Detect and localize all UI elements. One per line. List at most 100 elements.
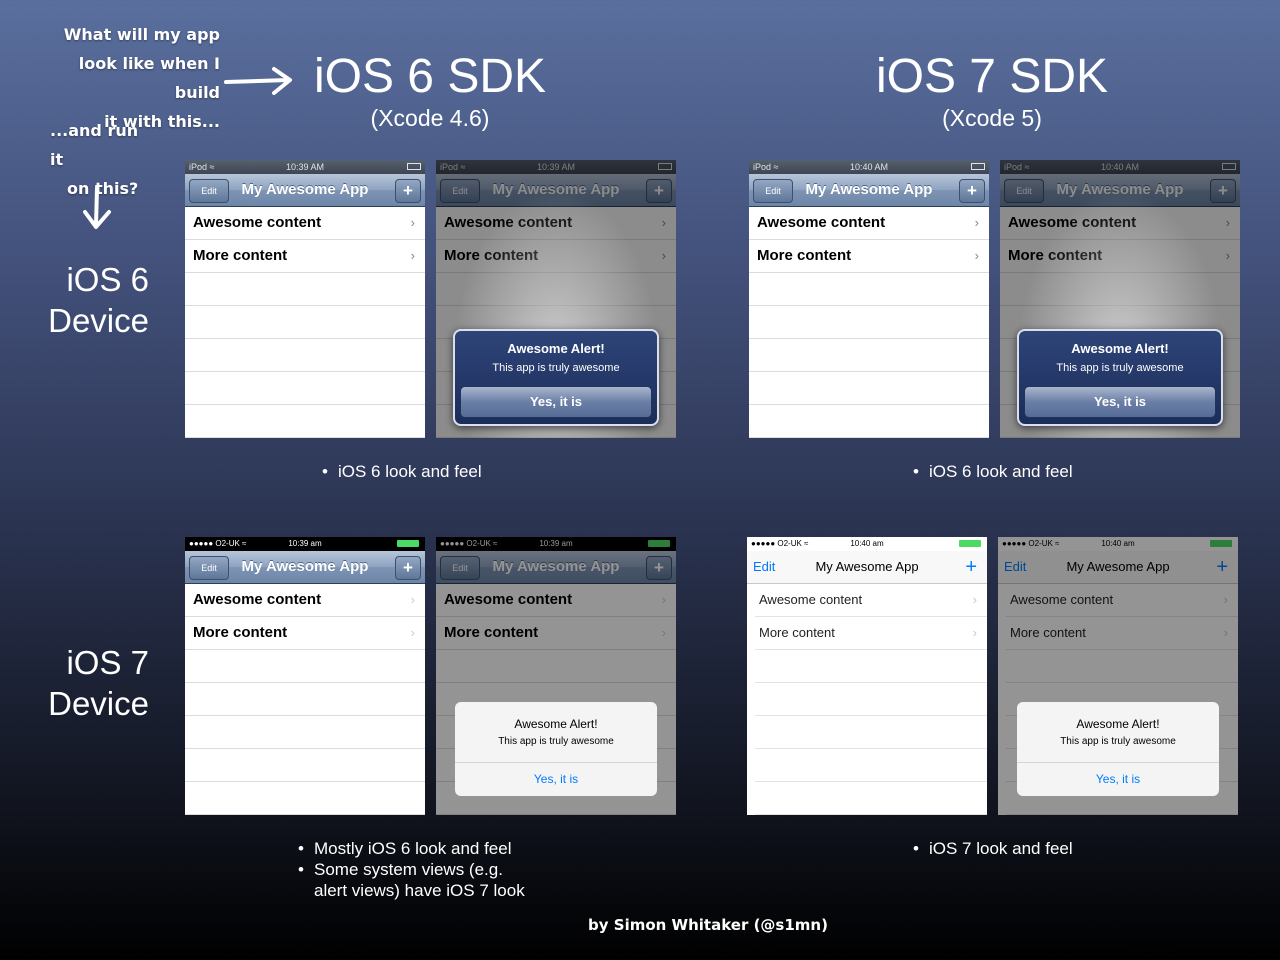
chevron-right-icon: › (410, 592, 415, 607)
alert-confirm-button[interactable]: Yes, it is (460, 386, 652, 418)
edit-button[interactable]: Edit (753, 551, 775, 583)
nav-title: My Awesome App (815, 559, 919, 574)
empty-row (185, 339, 425, 372)
sdk-title: iOS 7 SDK (875, 50, 1109, 103)
alert-confirm-button[interactable]: Yes, it is (1017, 762, 1219, 796)
edit-button[interactable]: Edit (753, 179, 793, 203)
row-label: Awesome content (759, 592, 863, 607)
empty-row (185, 716, 425, 749)
navigation-bar: My Awesome AppEdit+ (185, 174, 425, 207)
add-button[interactable]: + (965, 551, 977, 583)
empty-row (749, 372, 989, 405)
chevron-right-icon: › (410, 215, 415, 230)
screenshot-ios6-device-sdk6-list: iPod ≈10:39 AM My Awesome App Edit + Aweso… (185, 160, 425, 438)
arrow-right-icon (224, 67, 292, 95)
sdk-subtitle: (Xcode 4.6) (370, 105, 490, 131)
device-label-line: Device (48, 302, 149, 339)
empty-row (185, 306, 425, 339)
empty-row (755, 683, 987, 716)
question-line: look like when I build (78, 54, 220, 102)
screenshot-ios7-device-sdk6-list: ●●●●● O2-UK ≈10:39 am My Awesome App Edit… (185, 537, 425, 815)
table-row[interactable]: More content › (749, 240, 989, 273)
empty-row (185, 405, 425, 438)
empty-row (185, 273, 425, 306)
alert-confirm-button[interactable]: Yes, it is (455, 762, 657, 796)
device-line: ...and run it (50, 121, 139, 169)
device-label-ios6: iOS 6 Device (48, 259, 149, 341)
row-label: Awesome content (193, 591, 322, 608)
sdk-subtitle: (Xcode 5) (942, 105, 1042, 131)
alert-message: This app is truly awesome (1056, 362, 1184, 374)
chevron-right-icon: › (974, 248, 979, 263)
chevron-right-icon: › (410, 625, 415, 640)
table-row[interactable]: Awesome content › (185, 584, 425, 617)
chevron-right-icon: › (972, 592, 977, 607)
clock-label: 10:40 am (850, 539, 884, 548)
screenshot-ios7-device-sdk6-alert: ●●●●● O2-UK ≈10:39 am My Awesome App Edit… (436, 537, 676, 815)
add-button[interactable]: + (395, 556, 421, 580)
alert-message: This app is truly awesome (492, 362, 620, 374)
alert-view: Awesome Alert! This app is truly awesome… (455, 702, 657, 796)
battery-icon (959, 540, 981, 547)
table-row[interactable]: More content › (185, 240, 425, 273)
status-bar: iPod ≈10:40 AM (749, 160, 989, 174)
notes-ios7-sdk6: Mostly iOS 6 look and feel Some system v… (298, 838, 538, 901)
note-item: Mostly iOS 6 look and feel (298, 838, 538, 859)
clock-label: 10:39 AM (285, 162, 325, 172)
arrow-down-icon (83, 186, 111, 229)
alert-view: Awesome Alert! This app is truly awesome… (1017, 329, 1223, 426)
alert-title: Awesome Alert! (514, 717, 598, 731)
author-credit: by Simon Whitaker (@s1mn) (588, 916, 828, 934)
device-label-line: iOS 7 (66, 644, 149, 681)
empty-row (755, 650, 987, 683)
sdk-title: iOS 6 SDK (313, 50, 547, 103)
empty-row (749, 273, 989, 306)
table-row[interactable]: Awesome content › (185, 207, 425, 240)
notes-ios7-sdk7: iOS 7 look and feel (913, 838, 1173, 859)
empty-row (749, 405, 989, 438)
status-bar: ●●●●● O2-UK ≈10:39 am (185, 537, 425, 551)
alert-confirm-button[interactable]: Yes, it is (1024, 386, 1216, 418)
add-button[interactable]: + (395, 179, 421, 203)
empty-row (755, 716, 987, 749)
empty-row (185, 782, 425, 815)
battery-icon (397, 540, 419, 547)
status-bar: iPod ≈10:39 AM (185, 160, 425, 174)
screenshot-ios6-device-sdk6-alert: iPod ≈10:39 AM My Awesome AppEdit+ Aweso… (436, 160, 676, 438)
note-item: iOS 6 look and feel (322, 461, 582, 482)
table-row[interactable]: More content › (185, 617, 425, 650)
empty-row (185, 650, 425, 683)
alert-message: This app is truly awesome (1060, 736, 1176, 747)
empty-row (185, 372, 425, 405)
add-button[interactable]: + (959, 179, 985, 203)
screenshot-ios7-device-sdk7-alert: ●●●●● O2-UK ≈10:40 am My Awesome App Edit… (998, 537, 1238, 815)
status-bar: ●●●●● O2-UK ≈10:40 am (747, 537, 987, 551)
edit-button[interactable]: Edit (189, 179, 229, 203)
row-label: Awesome content (757, 214, 886, 231)
empty-row (755, 782, 987, 815)
screenshot-ios6-device-sdk7-list: iPod ≈10:40 AM My Awesome App Edit + Aweso… (749, 160, 989, 438)
edit-button[interactable]: Edit (189, 556, 229, 580)
device-label-ios7: iOS 7 Device (48, 642, 149, 724)
battery-icon (971, 163, 985, 170)
alert-title: Awesome Alert! (1071, 341, 1169, 356)
navigation-bar: My Awesome AppEdit+ (185, 551, 425, 584)
row-label: More content (193, 247, 288, 264)
empty-row (755, 749, 987, 782)
screenshot-ios7-device-sdk7-list: ●●●●● O2-UK ≈10:40 am My Awesome App Edit… (747, 537, 987, 815)
row-label: More content (757, 247, 852, 264)
notes-ios6-sdk6: iOS 6 look and feel (322, 461, 582, 482)
chevron-right-icon: › (972, 625, 977, 640)
row-label: More content (759, 625, 835, 640)
clock-label: 10:40 AM (849, 162, 889, 172)
table-row[interactable]: More content › (755, 617, 987, 650)
table-row[interactable]: Awesome content › (755, 584, 987, 617)
chevron-right-icon: › (974, 215, 979, 230)
note-item: iOS 7 look and feel (913, 838, 1173, 859)
empty-row (185, 683, 425, 716)
alert-message: This app is truly awesome (498, 736, 614, 747)
sdk-header-ios7: iOS 7 SDK (Xcode 5) (852, 50, 1132, 132)
empty-row (749, 306, 989, 339)
chevron-right-icon: › (410, 248, 415, 263)
table-row[interactable]: Awesome content › (749, 207, 989, 240)
